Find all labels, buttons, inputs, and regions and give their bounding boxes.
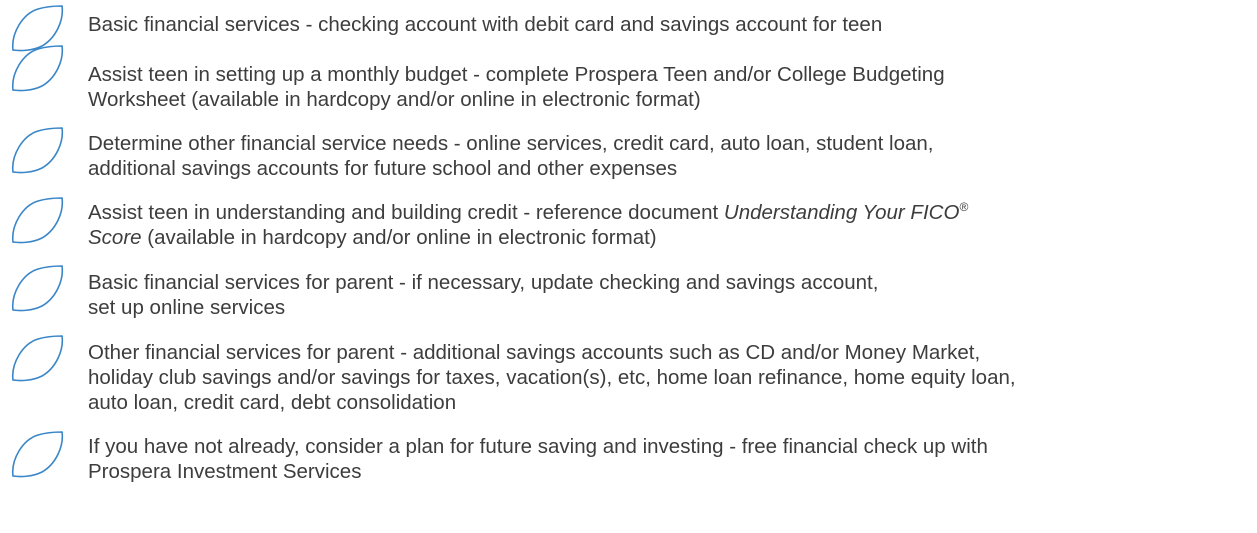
text-line: Score (available in hardcopy and/or onli… <box>88 225 1250 250</box>
text-line: Worksheet (available in hardcopy and/or … <box>88 88 701 111</box>
leaf-outline-icon <box>10 430 64 478</box>
registered-mark: ® <box>959 200 969 214</box>
text-line: auto loan, credit card, debt consolidati… <box>88 391 457 414</box>
text-line: Basic financial services - checking acco… <box>88 13 883 36</box>
checklist-item-text: Other financial services for parent - ad… <box>88 340 1250 415</box>
document-title-italic: Score <box>88 226 142 249</box>
text-line: holiday club savings and/or savings for … <box>88 366 1016 389</box>
leaf-outline-icon <box>10 44 64 92</box>
text-line: Prospera Investment Services <box>88 460 362 483</box>
text-line: Other financial services for parent - ad… <box>88 341 981 364</box>
checklist: Basic financial services - checking acco… <box>0 0 1257 533</box>
text-line: Determine other financial service needs … <box>88 132 934 155</box>
leaf-outline-icon <box>10 334 64 382</box>
leaf-outline-icon-svg <box>12 197 64 244</box>
leaf-outline-icon-svg <box>12 265 64 312</box>
text-line: Basic financial services for parent - if… <box>88 271 879 294</box>
leaf-outline-icon-svg <box>12 431 64 478</box>
leaf-outline-icon-svg <box>12 127 64 174</box>
document-title-italic: Understanding Your FICO <box>723 201 960 224</box>
text-line: Assist teen in understanding and buildin… <box>88 200 1250 225</box>
checklist-item-text: Assist teen in understanding and buildin… <box>88 200 1250 250</box>
leaf-outline-icon <box>10 196 64 244</box>
checklist-item-text: Basic financial services for parent - if… <box>88 270 1250 320</box>
leaf-outline-icon-svg <box>12 335 64 382</box>
text-line: set up online services <box>88 296 286 319</box>
leaf-outline-icon <box>10 126 64 174</box>
text-rest: (available in hardcopy and/or online in … <box>141 226 657 249</box>
checklist-item-text: Assist teen in setting up a monthly budg… <box>88 62 1250 112</box>
checklist-item-text: Basic financial services - checking acco… <box>88 12 1250 37</box>
text-prefix: Assist teen in understanding and buildin… <box>88 201 724 224</box>
text-line: Assist teen in setting up a monthly budg… <box>88 63 945 86</box>
text-line: If you have not already, consider a plan… <box>88 435 988 458</box>
text-line: additional savings accounts for future s… <box>88 157 678 180</box>
checklist-item-text: Determine other financial service needs … <box>88 131 1250 181</box>
leaf-outline-icon-svg <box>12 45 64 92</box>
leaf-outline-icon <box>10 264 64 312</box>
checklist-item-text: If you have not already, consider a plan… <box>88 434 1250 484</box>
